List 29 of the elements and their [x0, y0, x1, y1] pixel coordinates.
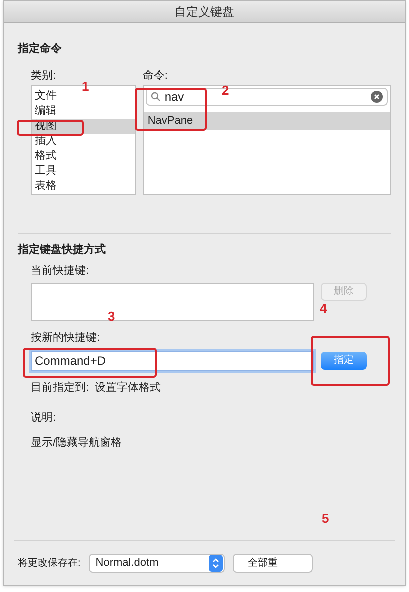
- search-icon: [150, 92, 161, 102]
- assigned-to-label: 目前指定到:: [31, 380, 90, 396]
- save-in-label: 将更改保存在:: [18, 556, 81, 570]
- category-item[interactable]: 格式: [32, 148, 135, 164]
- new-shortcut-field[interactable]: Command+D: [31, 350, 314, 370]
- clear-icon[interactable]: [371, 90, 383, 102]
- step-number: 1: [82, 80, 90, 93]
- assigned-to-value: 设置字体格式: [95, 380, 162, 396]
- category-item[interactable]: 编辑: [32, 104, 135, 118]
- template-select[interactable]: Normal.dotm: [88, 554, 225, 572]
- step-number: 3: [108, 310, 116, 323]
- chevron-updown-icon: [208, 554, 223, 572]
- highlight-box: [17, 120, 84, 136]
- section-heading: 指定键盘快捷方式: [18, 242, 107, 258]
- category-item[interactable]: 表格: [32, 178, 135, 194]
- categories-label: 类别:: [31, 68, 58, 84]
- category-item[interactable]: 工具: [32, 164, 135, 178]
- commands-label: 命令:: [142, 68, 169, 84]
- command-item[interactable]: NavPane: [144, 112, 390, 130]
- description-label: 说明:: [31, 411, 58, 426]
- window-title: 自定义键盘: [174, 4, 234, 20]
- current-shortcut-label: 当前快捷键:: [31, 264, 90, 279]
- section-heading: 指定命令: [18, 42, 63, 57]
- highlight-box: [135, 88, 207, 131]
- description-text: 显示/隐藏导航窗格: [31, 436, 124, 450]
- new-shortcut-label: 按新的快捷键:: [31, 332, 102, 344]
- step-number: 5: [322, 512, 330, 525]
- reset-all-button[interactable]: 全部重: [232, 554, 313, 572]
- step-number: 4: [320, 302, 328, 315]
